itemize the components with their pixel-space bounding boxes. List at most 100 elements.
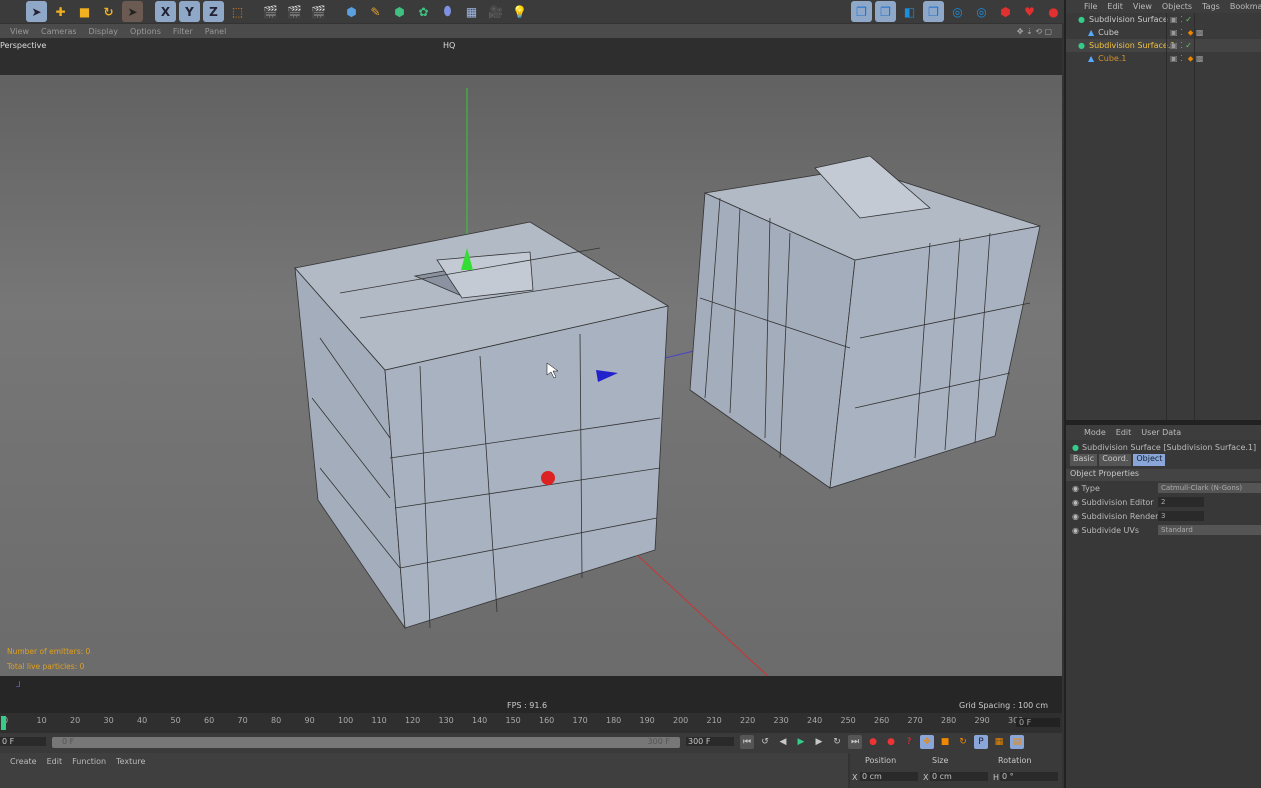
tab-object[interactable]: Object bbox=[1133, 454, 1166, 466]
object-row[interactable]: ▲ Cube.1 ▣ ⁚ ⬥ ▩ bbox=[1066, 52, 1261, 65]
mat-menu-function[interactable]: Function bbox=[72, 757, 106, 766]
object-row[interactable]: ● Subdivision Surface ▣ ⁚ ✓ bbox=[1066, 13, 1261, 26]
subdiv-editor-input[interactable]: 2 bbox=[1158, 497, 1204, 507]
next-key-icon[interactable]: ↻ bbox=[830, 735, 844, 749]
viewport-nav-icons[interactable]: ✥ ⇣ ⟲ ▢ bbox=[1017, 27, 1052, 36]
visibility-toggle-icon[interactable]: ▣ ⁚ ⬥ ▩ bbox=[1170, 28, 1203, 38]
tab-basic[interactable]: Basic bbox=[1070, 454, 1098, 466]
mat-menu-edit[interactable]: Edit bbox=[47, 757, 63, 766]
om-menu-objects[interactable]: Objects bbox=[1162, 2, 1192, 11]
coordinate-system-icon[interactable]: ⬚ bbox=[227, 1, 248, 22]
autokeying-icon[interactable]: ● bbox=[884, 735, 898, 749]
cube-left[interactable] bbox=[294, 221, 670, 630]
go-to-start-icon[interactable]: ⏮ bbox=[740, 735, 754, 749]
snap-icon[interactable]: ❐ bbox=[851, 1, 872, 22]
fps-readout: FPS : 91.6 bbox=[507, 701, 548, 710]
prev-key-icon[interactable]: ↺ bbox=[758, 735, 772, 749]
menu-filter[interactable]: Filter bbox=[173, 27, 193, 36]
object-row-selected[interactable]: ● Subdivision Surface.1 ▣ ⁚ ✓ bbox=[1066, 39, 1261, 52]
deformer-icon[interactable]: ⬮ bbox=[437, 1, 458, 22]
object-row[interactable]: ▲ Cube ▣ ⁚ ⬥ ▩ bbox=[1066, 26, 1261, 39]
render-view-icon[interactable]: 🎬 bbox=[260, 1, 281, 22]
viewport[interactable]: Perspective HQ Number of emitters: 0 Tot… bbox=[0, 38, 1062, 713]
key-rotation-icon[interactable]: ↻ bbox=[956, 735, 970, 749]
keyframe-selection-icon[interactable]: ? bbox=[902, 735, 916, 749]
attr-menu-mode[interactable]: Mode bbox=[1084, 428, 1106, 437]
play-icon[interactable]: ▶ bbox=[794, 735, 808, 749]
cloner-icon[interactable]: ✿ bbox=[413, 1, 434, 22]
go-to-end-icon[interactable]: ⏭ bbox=[848, 735, 862, 749]
mat-menu-texture[interactable]: Texture bbox=[116, 757, 145, 766]
mat-menu-create[interactable]: Create bbox=[10, 757, 37, 766]
timeline-tick: 60 bbox=[204, 716, 215, 725]
pen-spline-icon[interactable]: ✎ bbox=[365, 1, 386, 22]
move-select-tool-icon[interactable]: ➤ bbox=[26, 1, 47, 22]
edges-mode-icon[interactable]: ❐ bbox=[923, 1, 944, 22]
type-dropdown[interactable]: Catmull-Clark (N-Gons) bbox=[1158, 483, 1261, 493]
om-menu-view[interactable]: View bbox=[1133, 2, 1152, 11]
keyframe-icon[interactable]: ♥ bbox=[1019, 1, 1040, 22]
visibility-toggle-icon[interactable]: ▣ ⁚ ⬥ ▩ bbox=[1170, 54, 1203, 64]
end-frame-field[interactable]: 300 F bbox=[686, 737, 734, 746]
menu-view[interactable]: View bbox=[10, 27, 29, 36]
render-settings-icon[interactable]: 🎬 bbox=[308, 1, 329, 22]
frame-range-slider[interactable]: 0 F 300 F bbox=[52, 737, 680, 748]
om-menu-edit[interactable]: Edit bbox=[1107, 2, 1123, 11]
cube-right[interactable] bbox=[689, 155, 1041, 489]
attr-menu-edit[interactable]: Edit bbox=[1116, 428, 1132, 437]
record-keys-icon[interactable]: ● bbox=[866, 735, 880, 749]
key-pla-icon[interactable]: ▦ bbox=[992, 735, 1006, 749]
om-menu-bookmarks[interactable]: Bookmarks bbox=[1230, 2, 1261, 11]
points-mode-icon[interactable]: ◧ bbox=[899, 1, 920, 22]
render-picture-viewer-icon[interactable]: 🎬 bbox=[284, 1, 305, 22]
workplane-icon[interactable]: ❐ bbox=[875, 1, 896, 22]
tab-coord[interactable]: Coord. bbox=[1099, 454, 1132, 466]
attr-type: ◉ Type Catmull-Clark (N-Gons) bbox=[1066, 481, 1261, 495]
key-position-icon[interactable]: ✥ bbox=[920, 735, 934, 749]
rotation-h-field[interactable]: 0 ° bbox=[1000, 772, 1058, 781]
x-axis-handle[interactable] bbox=[541, 471, 555, 485]
x-axis-lock-button[interactable]: X bbox=[155, 1, 176, 22]
polygons-mode-icon[interactable]: ◎ bbox=[947, 1, 968, 22]
record-icon[interactable]: ⬢ bbox=[995, 1, 1016, 22]
move-tool-icon[interactable]: ✚ bbox=[50, 1, 71, 22]
timeline-window-icon[interactable]: ▤ bbox=[1010, 735, 1024, 749]
om-menu-tags[interactable]: Tags bbox=[1202, 2, 1220, 11]
visibility-toggle-icon[interactable]: ▣ ⁚ ✓ bbox=[1170, 41, 1192, 50]
start-frame-field[interactable]: 0 F bbox=[0, 737, 46, 746]
attributes-title-text: Subdivision Surface [Subdivision Surface… bbox=[1081, 442, 1257, 452]
visibility-toggle-icon[interactable]: ▣ ⁚ ✓ bbox=[1170, 15, 1192, 24]
timeline-ruler[interactable]: 0102030405060708090100110120130140150160… bbox=[0, 713, 1062, 733]
subdivision-surface-icon[interactable]: ⬢ bbox=[389, 1, 410, 22]
rotate-tool-icon[interactable]: ↻ bbox=[98, 1, 119, 22]
z-axis-lock-button[interactable]: Z bbox=[203, 1, 224, 22]
timeline-tick: 80 bbox=[271, 716, 282, 725]
key-parameter-icon[interactable]: P bbox=[974, 735, 988, 749]
next-frame-icon[interactable]: ▶ bbox=[812, 735, 826, 749]
scale-tool-icon[interactable]: ■ bbox=[74, 1, 95, 22]
y-axis-lock-button[interactable]: Y bbox=[179, 1, 200, 22]
light-icon[interactable]: 💡 bbox=[509, 1, 530, 22]
subdivide-uvs-dropdown[interactable]: Standard bbox=[1158, 525, 1261, 535]
subdiv-renderer-input[interactable]: 3 bbox=[1158, 511, 1204, 521]
prev-frame-icon[interactable]: ◀ bbox=[776, 735, 790, 749]
size-x-field[interactable]: 0 cm bbox=[930, 772, 988, 781]
autokey-icon[interactable]: ● bbox=[1043, 1, 1064, 22]
menu-options[interactable]: Options bbox=[130, 27, 161, 36]
object-manager-menu: File Edit View Objects Tags Bookmarks bbox=[1066, 0, 1261, 13]
cube-primitive-icon[interactable]: ⬢ bbox=[341, 1, 362, 22]
uv-mode-icon[interactable]: ◎ bbox=[971, 1, 992, 22]
menu-cameras[interactable]: Cameras bbox=[41, 27, 77, 36]
floor-icon[interactable]: ▦ bbox=[461, 1, 482, 22]
key-scale-icon[interactable]: ■ bbox=[938, 735, 952, 749]
section-header: Object Properties bbox=[1066, 469, 1261, 481]
camera-icon[interactable]: 🎥 bbox=[485, 1, 506, 22]
attr-menu-user-data[interactable]: User Data bbox=[1141, 428, 1181, 437]
menu-panel[interactable]: Panel bbox=[205, 27, 227, 36]
current-frame-field[interactable]: 0 F bbox=[1016, 718, 1060, 727]
menu-display[interactable]: Display bbox=[89, 27, 119, 36]
om-menu-file[interactable]: File bbox=[1084, 2, 1097, 11]
playhead[interactable] bbox=[1, 716, 6, 730]
position-x-field[interactable]: 0 cm bbox=[860, 772, 918, 781]
live-select-icon[interactable]: ➤ bbox=[122, 1, 143, 22]
